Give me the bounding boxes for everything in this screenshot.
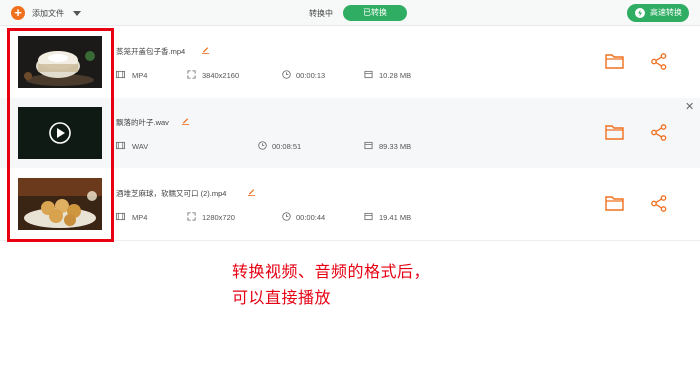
file-size: 89.33 MB [379,142,412,151]
file-name: 酒堆芝麻球，软糯又可口 (2).mp4 [116,189,227,198]
fast-convert-button[interactable]: 高速转换 [627,4,689,22]
file-resolution: 1280x720 [202,213,235,222]
close-icon[interactable]: ✕ [685,102,694,113]
toolbar: + 添加文件 转换中 已转换 高速转换 [0,0,700,26]
film-icon [116,70,125,79]
resolution-icon [187,212,196,221]
share-icon[interactable] [651,195,667,212]
chevron-down-icon[interactable] [73,11,81,16]
fast-convert-label: 高速转换 [650,8,682,17]
clock-icon [258,141,267,150]
edit-icon[interactable] [201,45,210,54]
annotation-line-1: 转换视频、音频的格式后， [232,264,431,281]
folder-icon[interactable] [605,53,624,69]
resolution-icon [187,70,196,79]
file-duration: 00:00:13 [296,71,326,80]
folder-icon[interactable] [605,124,624,140]
size-icon [364,70,373,79]
plus-icon[interactable]: + [11,6,25,20]
edit-icon[interactable] [247,187,256,196]
edit-icon[interactable] [181,116,190,125]
file-duration: 00:00:44 [296,213,326,222]
file-name: 飘落的叶子.wav [116,118,169,127]
file-duration: 00:08:51 [272,142,302,151]
file-resolution: 3840x2160 [202,71,240,80]
bolt-icon [635,8,645,18]
file-format: WAV [132,142,149,151]
clock-icon [282,212,291,221]
share-icon[interactable] [651,124,667,141]
add-file-button[interactable]: 添加文件 [32,8,64,19]
clock-icon [282,70,291,79]
highlight-box [7,28,114,242]
annotation-line-2: 可以直接播放 [232,290,332,307]
file-format: MP4 [132,213,148,222]
file-format: MP4 [132,71,148,80]
size-icon [364,141,373,150]
file-size: 19.41 MB [379,213,412,222]
film-icon [116,212,125,221]
tab-converting[interactable]: 转换中 [309,8,333,19]
size-icon [364,212,373,221]
file-size: 10.28 MB [379,71,412,80]
annotation-text: 转换视频、音频的格式后， 可以直接播放 [232,260,430,312]
share-icon[interactable] [651,53,667,70]
film-icon [116,141,125,150]
file-name: 蒸笼开盖包子香.mp4 [116,47,186,56]
folder-icon[interactable] [605,195,624,211]
converter-app: + 添加文件 转换中 已转换 高速转换 蒸笼开盖包子香.mp4 MP4 3840… [0,0,700,365]
tab-converted[interactable]: 已转换 [343,5,407,21]
